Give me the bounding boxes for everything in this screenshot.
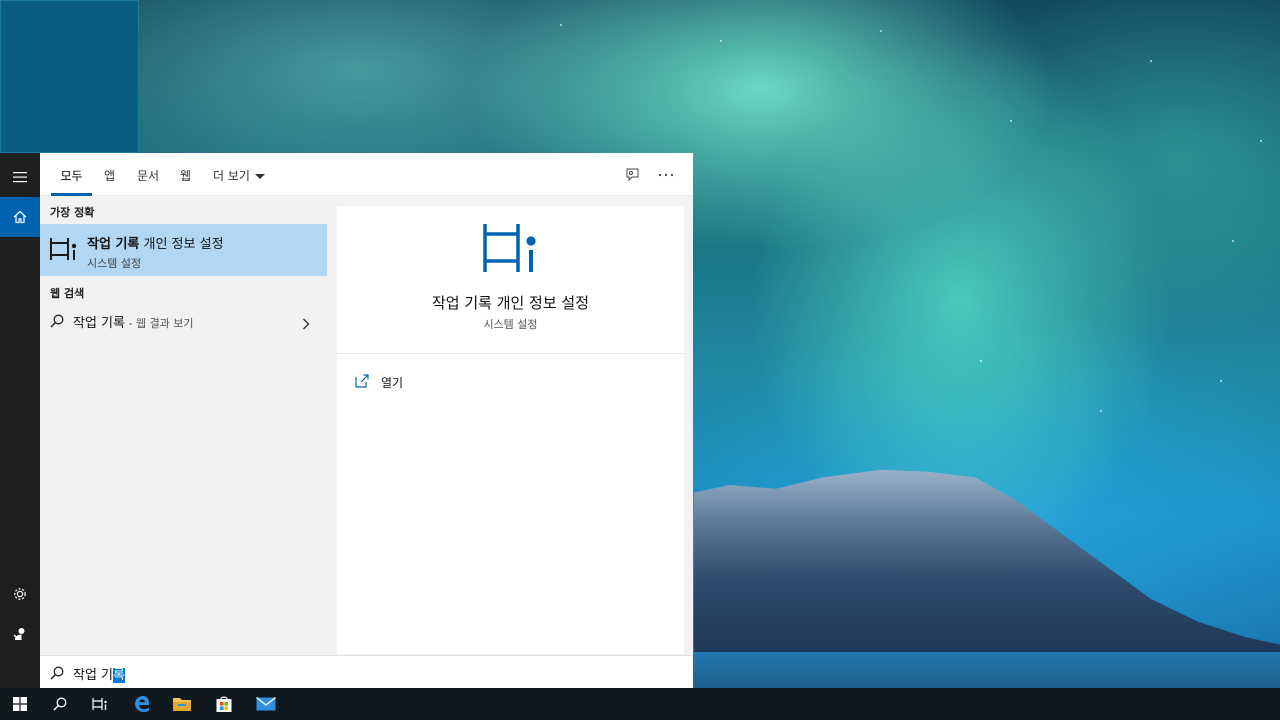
- mail-icon[interactable]: [246, 688, 286, 720]
- mountain-image: [694, 469, 1280, 656]
- search-panel: 모두 앱 문서 웹 더 보기 가장 정확 작업 기록 개인 정보 설정 시스템 …: [40, 153, 693, 688]
- search-icon[interactable]: [40, 688, 80, 720]
- best-match-title: 작업 기록 개인 정보 설정: [87, 237, 224, 252]
- timeline-icon: [49, 236, 77, 266]
- results-list: 가장 정확 작업 기록 개인 정보 설정 시스템 설정 웹 검색 작업 기록 -…: [40, 196, 327, 655]
- web-result-label: 작업 기록 - 웹 결과 보기: [73, 316, 194, 331]
- search-box[interactable]: 작업 기록: [40, 655, 693, 688]
- feedback-icon[interactable]: [622, 165, 642, 185]
- search-query-text[interactable]: 작업 기록: [73, 664, 125, 683]
- best-match-heading: 가장 정확: [50, 206, 95, 219]
- chevron-right-icon: [302, 315, 310, 334]
- settings-icon[interactable]: [0, 574, 40, 614]
- detail-divider: [337, 353, 684, 354]
- tab-apps[interactable]: 앱: [104, 153, 115, 196]
- detail-pane: 작업 기록 개인 정보 설정 시스템 설정 열기: [337, 206, 684, 654]
- open-icon: [355, 373, 369, 392]
- web-search-heading: 웹 검색: [50, 287, 85, 300]
- hamburger-icon[interactable]: [0, 157, 40, 197]
- tab-documents[interactable]: 문서: [137, 153, 159, 196]
- search-icon: [50, 313, 64, 332]
- task-view-icon[interactable]: [80, 688, 120, 720]
- edge-icon[interactable]: [122, 688, 162, 720]
- tab-web[interactable]: 웹: [180, 153, 191, 196]
- taskbar: [0, 688, 1280, 720]
- file-explorer-icon[interactable]: [162, 688, 202, 720]
- detail-subtitle: 시스템 설정: [483, 318, 538, 331]
- best-match-item[interactable]: 작업 기록 개인 정보 설정 시스템 설정: [40, 224, 327, 276]
- tab-more[interactable]: 더 보기: [213, 153, 265, 196]
- windows-start-icon[interactable]: [0, 688, 40, 720]
- desktop-selection-tile: [0, 0, 139, 153]
- timeline-icon: [482, 222, 538, 278]
- home-icon[interactable]: [0, 197, 40, 237]
- tab-all[interactable]: 모두: [51, 153, 92, 196]
- more-options-icon[interactable]: [656, 165, 676, 185]
- detail-title: 작업 기록 개인 정보 설정: [431, 294, 590, 312]
- search-query-selection: 록: [113, 668, 125, 683]
- start-rail: [0, 153, 40, 688]
- store-icon[interactable]: [204, 688, 244, 720]
- search-icon: [50, 665, 64, 684]
- open-action-label: 열기: [381, 376, 404, 390]
- chevron-down-icon: [254, 174, 265, 179]
- web-search-result[interactable]: 작업 기록 - 웹 결과 보기: [40, 306, 327, 336]
- user-icon[interactable]: [0, 614, 40, 654]
- search-tabs: 모두 앱 문서 웹 더 보기: [40, 153, 693, 196]
- lake-image: [694, 652, 1280, 688]
- best-match-subtitle: 시스템 설정: [87, 257, 142, 270]
